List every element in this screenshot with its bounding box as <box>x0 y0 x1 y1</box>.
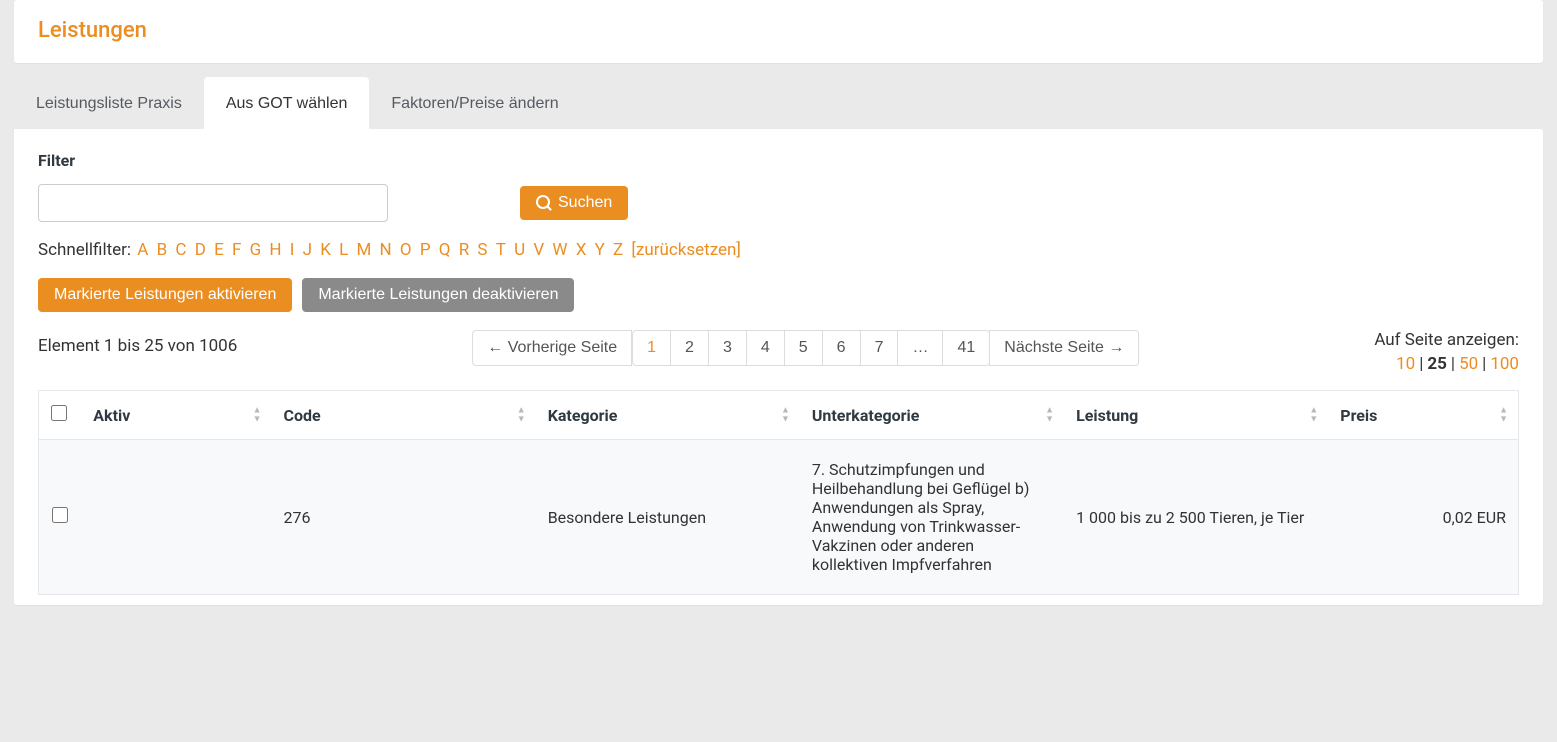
search-button[interactable]: Suchen <box>520 186 628 220</box>
cell-aktiv <box>81 440 271 595</box>
page-1[interactable]: 1 <box>632 330 671 366</box>
quickfilter-letter-g[interactable]: G <box>250 240 262 260</box>
deactivate-button[interactable]: Markierte Leistungen deaktivieren <box>302 278 574 312</box>
quickfilter: Schnellfilter: A B C D E F G H I J K L M… <box>38 240 1519 260</box>
cell-preis: 0,02 EUR <box>1328 440 1518 595</box>
page-title: Leistungen <box>38 18 1519 43</box>
quickfilter-letter-m[interactable]: M <box>356 240 371 260</box>
table-row: 276Besondere Leistungen7. Schutzimpfunge… <box>39 440 1519 595</box>
prev-page-button[interactable]: ← Vorherige Seite <box>472 330 632 366</box>
page-4[interactable]: 4 <box>746 330 785 366</box>
quickfilter-letter-t[interactable]: T <box>496 240 506 260</box>
quickfilter-letter-f[interactable]: F <box>232 240 241 260</box>
quickfilter-letter-r[interactable]: R <box>459 240 469 260</box>
quickfilter-letter-z[interactable]: Z <box>613 240 623 260</box>
filter-label: Filter <box>38 151 1519 170</box>
page-size-25: 25 <box>1427 354 1447 374</box>
page-size-label: Auf Seite anzeigen: <box>1374 330 1519 350</box>
quickfilter-letter-u[interactable]: U <box>514 240 525 260</box>
page-size: Auf Seite anzeigen: 10|25|50|100 <box>1374 330 1519 374</box>
header-leistung[interactable]: Leistung <box>1076 406 1138 425</box>
cell-kategorie: Besondere Leistungen <box>536 440 800 595</box>
quickfilter-label: Schnellfilter: <box>38 240 131 260</box>
tab-leistungsliste-praxis[interactable]: Leistungsliste Praxis <box>14 77 204 129</box>
header-code[interactable]: Code <box>284 406 321 425</box>
page-5[interactable]: 5 <box>784 330 823 366</box>
quickfilter-letter-j[interactable]: J <box>303 240 312 260</box>
quickfilter-letter-d[interactable]: D <box>195 240 206 260</box>
quickfilter-letter-p[interactable]: P <box>420 240 431 260</box>
quickfilter-letter-q[interactable]: Q <box>439 240 451 260</box>
tab-faktoren-preise-aendern[interactable]: Faktoren/Preise ändern <box>369 77 580 129</box>
sort-icon[interactable]: ▲▼ <box>1045 407 1054 424</box>
quickfilter-letter-c[interactable]: C <box>175 240 186 260</box>
sort-icon[interactable]: ▲▼ <box>517 407 526 424</box>
page-size-50[interactable]: 50 <box>1459 354 1478 374</box>
quickfilter-reset[interactable]: [zurücksetzen] <box>631 240 741 260</box>
quickfilter-letter-b[interactable]: B <box>157 240 168 260</box>
quickfilter-letter-l[interactable]: L <box>339 240 348 260</box>
quickfilter-letter-o[interactable]: O <box>400 240 412 260</box>
quickfilter-letter-v[interactable]: V <box>533 240 544 260</box>
pagination: ← Vorherige Seite 1234567…41 Nächste Sei… <box>257 330 1354 366</box>
quickfilter-letter-k[interactable]: K <box>320 240 331 260</box>
search-button-label: Suchen <box>558 194 612 212</box>
quickfilter-letter-a[interactable]: A <box>137 240 148 260</box>
quickfilter-letter-i[interactable]: I <box>290 240 295 260</box>
tabs: Leistungsliste Praxis Aus GOT wählen Fak… <box>14 77 1543 129</box>
next-page-button[interactable]: Nächste Seite → <box>989 330 1139 366</box>
page-size-10[interactable]: 10 <box>1396 354 1415 374</box>
quickfilter-letter-e[interactable]: E <box>214 240 224 260</box>
page-size-100[interactable]: 100 <box>1490 354 1519 374</box>
header-preis[interactable]: Preis <box>1340 406 1377 425</box>
page-3[interactable]: 3 <box>708 330 747 366</box>
tab-aus-got-waehlen[interactable]: Aus GOT wählen <box>204 77 370 129</box>
sort-icon[interactable]: ▲▼ <box>253 407 262 424</box>
select-all-checkbox[interactable] <box>51 405 67 421</box>
row-checkbox[interactable] <box>52 507 68 523</box>
header-unterkategorie[interactable]: Unterkategorie <box>812 406 920 425</box>
search-icon <box>536 195 552 211</box>
sort-icon[interactable]: ▲▼ <box>1499 407 1508 424</box>
quickfilter-letter-n[interactable]: N <box>380 240 392 260</box>
cell-leistung: 1 000 bis zu 2 500 Tieren, je Tier <box>1064 440 1328 595</box>
cell-unterkategorie: 7. Schutzimpfungen und Heilbehandlung be… <box>800 440 1064 595</box>
result-count: Element 1 bis 25 von 1006 <box>38 330 237 356</box>
sort-icon[interactable]: ▲▼ <box>781 407 790 424</box>
page-6[interactable]: 6 <box>822 330 861 366</box>
sort-icon[interactable]: ▲▼ <box>1309 407 1318 424</box>
quickfilter-letter-y[interactable]: Y <box>595 240 605 260</box>
quickfilter-letter-x[interactable]: X <box>576 240 587 260</box>
quickfilter-letter-s[interactable]: S <box>477 240 487 260</box>
quickfilter-letter-h[interactable]: H <box>269 240 281 260</box>
page-41[interactable]: 41 <box>942 330 990 366</box>
page-ellipsis: … <box>897 330 943 366</box>
page-7[interactable]: 7 <box>860 330 899 366</box>
activate-button[interactable]: Markierte Leistungen aktivieren <box>38 278 292 312</box>
header-aktiv[interactable]: Aktiv <box>93 406 130 425</box>
quickfilter-letter-w[interactable]: W <box>552 240 567 260</box>
header-kategorie[interactable]: Kategorie <box>548 406 618 425</box>
filter-input[interactable] <box>38 184 388 222</box>
data-table: Aktiv ▲▼ Code ▲▼ Kategorie ▲▼ Unterkateg… <box>38 390 1519 595</box>
page-2[interactable]: 2 <box>670 330 709 366</box>
cell-code: 276 <box>272 440 536 595</box>
